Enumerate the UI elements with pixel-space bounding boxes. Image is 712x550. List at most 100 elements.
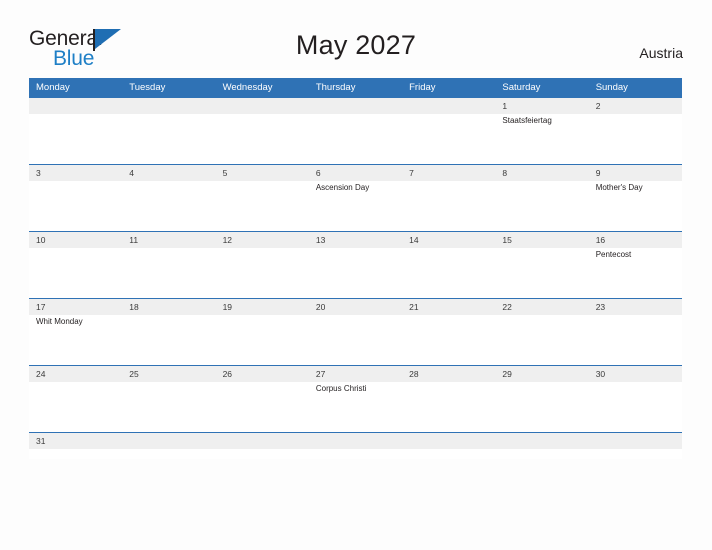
calendar-week-row: 10 11 12 13 14 15 16 Pentecost [29, 231, 682, 298]
day-number[interactable]: 24 [29, 366, 122, 382]
day-number[interactable]: 12 [216, 232, 309, 248]
day-number[interactable]: 26 [216, 366, 309, 382]
day-number[interactable]: 8 [495, 165, 588, 181]
weekday-header-row: Monday Tuesday Wednesday Thursday Friday… [29, 78, 682, 97]
day-number[interactable] [309, 433, 402, 449]
day-event [589, 114, 682, 126]
day-event [495, 248, 588, 260]
day-event [29, 382, 122, 394]
day-number[interactable] [495, 433, 588, 449]
day-event [402, 315, 495, 327]
day-event [309, 315, 402, 327]
day-event [29, 248, 122, 260]
day-event: Ascension Day [315, 183, 370, 192]
day-event [589, 382, 682, 394]
day-number[interactable]: 23 [589, 299, 682, 315]
day-event: Whit Monday [36, 317, 83, 326]
day-event [402, 382, 495, 394]
day-number[interactable]: 22 [495, 299, 588, 315]
day-number[interactable] [216, 433, 309, 449]
day-number[interactable]: 7 [402, 165, 495, 181]
day-number[interactable] [122, 98, 215, 114]
day-event [29, 449, 122, 450]
day-number[interactable] [402, 98, 495, 114]
day-event [402, 248, 495, 260]
day-number-band: 17 18 19 20 21 22 23 [29, 299, 682, 315]
day-event-band: Corpus Christi [29, 382, 682, 394]
day-number-band: 3 4 5 6 7 8 9 [29, 165, 682, 181]
day-number[interactable]: 13 [309, 232, 402, 248]
day-event [122, 114, 215, 126]
day-number[interactable] [589, 433, 682, 449]
day-number[interactable]: 11 [122, 232, 215, 248]
day-number[interactable]: 27 [309, 366, 402, 382]
page-title: May 2027 [295, 30, 417, 60]
day-number[interactable]: 21 [402, 299, 495, 315]
day-event [29, 181, 122, 193]
day-number[interactable]: 25 [122, 366, 215, 382]
page-header: General Blue May 2027 Austria [0, 0, 712, 78]
day-number-band: 24 25 26 27 28 29 30 [29, 366, 682, 382]
day-number[interactable]: 30 [589, 366, 682, 382]
calendar-week-row: 24 25 26 27 28 29 30 Corpus Christi [29, 365, 682, 432]
calendar-week-row: 1 2 Staatsfeiertag [29, 97, 682, 164]
weekday-header-friday: Friday [409, 82, 436, 93]
day-event [216, 248, 309, 260]
day-number[interactable]: 20 [309, 299, 402, 315]
day-number[interactable]: 31 [29, 433, 122, 449]
day-number[interactable] [309, 98, 402, 114]
day-event [122, 248, 215, 260]
day-number[interactable]: 18 [122, 299, 215, 315]
day-event-band: Whit Monday [29, 315, 682, 327]
calendar-week-row: 17 18 19 20 21 22 23 Whit Monday [29, 298, 682, 365]
day-event [29, 114, 122, 126]
day-number[interactable]: 19 [216, 299, 309, 315]
day-number[interactable]: 3 [29, 165, 122, 181]
day-number[interactable]: 1 [495, 98, 588, 114]
day-number[interactable]: 10 [29, 232, 122, 248]
day-event [495, 449, 588, 450]
day-number[interactable] [122, 433, 215, 449]
day-number[interactable]: 16 [589, 232, 682, 248]
weekday-header-monday: Monday [36, 82, 70, 93]
weekday-header-wednesday: Wednesday [222, 82, 273, 93]
day-number-band: 1 2 [29, 98, 682, 114]
day-event [122, 449, 215, 450]
day-event [122, 315, 215, 327]
calendar-week-row: 3 4 5 6 7 8 9 Ascension Day Mother's Day [29, 164, 682, 231]
day-number[interactable]: 2 [589, 98, 682, 114]
day-number[interactable]: 6 [309, 165, 402, 181]
day-number[interactable]: 29 [495, 366, 588, 382]
weekday-header-saturday: Saturday [502, 82, 541, 93]
day-number-band: 31 [29, 433, 682, 449]
day-event [589, 315, 682, 327]
day-event-band: Pentecost [29, 248, 682, 260]
calendar-grid: Monday Tuesday Wednesday Thursday Friday… [29, 78, 682, 459]
day-number[interactable]: 28 [402, 366, 495, 382]
weekday-header-tuesday: Tuesday [129, 82, 166, 93]
day-event-band: Ascension Day Mother's Day [29, 181, 682, 193]
day-event-band [29, 449, 682, 450]
day-event [402, 114, 495, 126]
day-event [216, 315, 309, 327]
day-number[interactable]: 5 [216, 165, 309, 181]
day-event [495, 382, 588, 394]
day-number[interactable]: 14 [402, 232, 495, 248]
day-number[interactable] [29, 98, 122, 114]
day-event: Pentecost [595, 250, 632, 259]
day-event: Staatsfeiertag [502, 116, 552, 125]
day-number[interactable]: 17 [29, 299, 122, 315]
day-event [122, 181, 215, 193]
day-number[interactable] [216, 98, 309, 114]
calendar-week-row: 31 [29, 432, 682, 459]
day-number[interactable] [402, 433, 495, 449]
day-event [216, 181, 309, 193]
day-event [309, 449, 402, 450]
day-number[interactable]: 9 [589, 165, 682, 181]
day-number[interactable]: 4 [122, 165, 215, 181]
weekday-header-thursday: Thursday [315, 82, 356, 93]
day-number[interactable]: 15 [495, 232, 588, 248]
day-event [216, 449, 309, 450]
country-label: Austria [639, 45, 683, 61]
day-event [309, 248, 402, 260]
